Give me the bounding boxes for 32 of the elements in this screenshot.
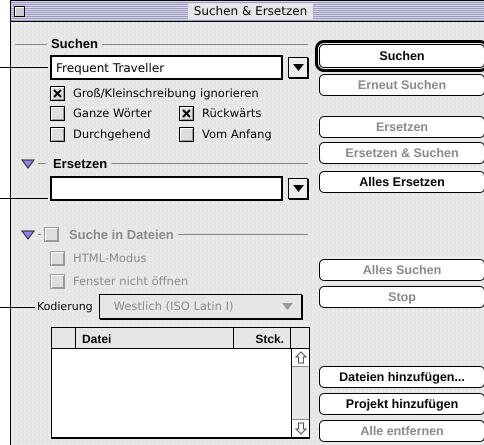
option-label: Groß/Kleinschreibung ignorieren [73,85,259,102]
section-heading: Suchen [50,35,99,54]
checkbox[interactable] [50,106,65,122]
scroll-up-arrow-icon[interactable] [294,351,306,364]
checkbox[interactable] [179,106,194,122]
section-heading: Suche in Dateien [68,226,175,244]
option-label: Rückwärts [202,105,262,122]
checkbox[interactable] [179,126,194,142]
option-label: Vom Anfang [202,126,272,142]
action-button[interactable]: Dateien hinzufügen... [319,366,484,388]
caret-icon [282,303,293,310]
search-field[interactable]: Frequent Traveller [50,55,284,80]
caret-icon [292,184,304,192]
action-button[interactable]: Projekt hinzufügen [319,393,484,415]
disclosure-triangle-icon[interactable] [21,158,35,169]
checkbox[interactable] [50,126,65,142]
caret-icon [292,64,304,71]
option-label: Fenster nicht öffnen [73,273,188,290]
checkbox[interactable] [50,86,65,102]
scroll-down-arrow-icon[interactable] [294,422,306,436]
option-label: Ganze Wörter [73,105,152,122]
replace-field[interactable] [50,176,284,201]
scroll-bar[interactable] [291,349,309,438]
option-label: HTML-Modus [73,250,146,267]
dropdown-button[interactable] [288,57,308,78]
close-box[interactable] [14,6,25,17]
option-label: Durchgehend [73,126,151,142]
window-title: Suchen & Ersetzen [188,3,314,19]
encoding-label: Kodierung [37,298,93,314]
section-heading: Ersetzen [52,155,108,173]
dropdown-button[interactable] [288,178,308,199]
action-button[interactable]: Alles Ersetzen [319,171,484,193]
